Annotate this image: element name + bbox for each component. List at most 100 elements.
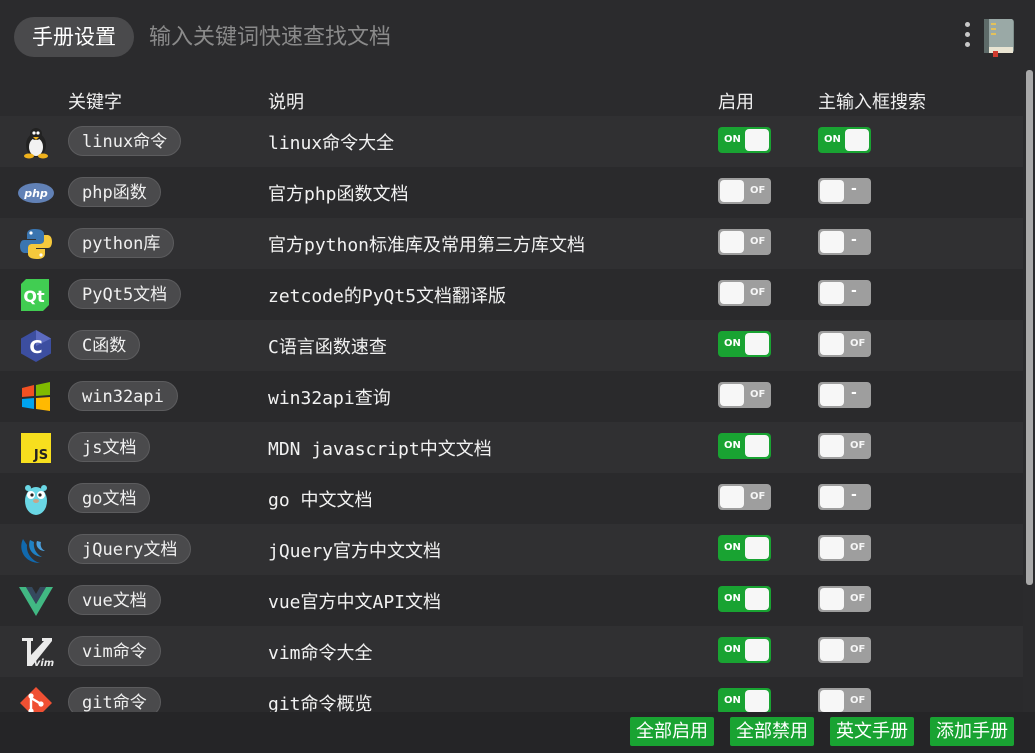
keyword-pill[interactable]: win32api xyxy=(68,381,178,411)
main-search-toggle[interactable]: - xyxy=(818,229,871,255)
manual-settings-button[interactable]: 手册设置 xyxy=(14,17,134,57)
enabled-toggle[interactable]: OF xyxy=(718,280,771,306)
main-search-toggle[interactable]: OF xyxy=(818,586,871,612)
description-text: go 中文文档 xyxy=(268,490,373,511)
english-manual-button[interactable]: 英文手册 xyxy=(830,717,914,746)
main-search-toggle[interactable]: OF xyxy=(818,535,871,561)
enabled-toggle[interactable]: OF xyxy=(718,229,771,255)
keyword-pill[interactable]: python库 xyxy=(68,228,175,258)
list-item: git命令 git命令概览 ON OF xyxy=(0,677,1023,712)
toggle-knob xyxy=(820,588,844,610)
toggle-knob xyxy=(820,231,844,253)
python-icon xyxy=(18,227,54,261)
toggle-label: - xyxy=(851,181,857,197)
toggle-label: OF xyxy=(850,644,866,655)
toggle-knob xyxy=(745,588,769,610)
description-text: vim命令大全 xyxy=(268,643,373,664)
toggle-label: OF xyxy=(850,440,866,451)
toggle-label: ON xyxy=(724,593,741,604)
list-item: vim vim命令 vim命令大全 ON OF xyxy=(0,626,1023,677)
toggle-knob xyxy=(720,231,744,253)
vim-icon: vim xyxy=(18,635,54,669)
enabled-toggle[interactable]: OF xyxy=(718,382,771,408)
toggle-label: OF xyxy=(750,185,766,196)
main-search-toggle[interactable]: - xyxy=(818,382,871,408)
enabled-toggle[interactable]: ON xyxy=(718,637,771,663)
enabled-toggle[interactable]: ON xyxy=(718,331,771,357)
toggle-knob xyxy=(820,690,844,712)
enabled-toggle[interactable]: OF xyxy=(718,484,771,510)
toggle-knob xyxy=(745,333,769,355)
main-search-toggle[interactable]: OF xyxy=(818,331,871,357)
description-text: MDN javascript中文文档 xyxy=(268,439,492,460)
add-manual-button[interactable]: 添加手册 xyxy=(930,717,1014,746)
keyword-pill[interactable]: vim命令 xyxy=(68,636,161,666)
keyword-pill[interactable]: C函数 xyxy=(68,330,141,360)
keyword-pill[interactable]: PyQt5文档 xyxy=(68,279,182,309)
header-main-search: 主输入框搜索 xyxy=(818,92,926,113)
toggle-knob xyxy=(820,180,844,202)
scrollbar[interactable] xyxy=(1026,70,1033,585)
main-search-toggle[interactable]: - xyxy=(818,178,871,204)
go-gopher-icon xyxy=(18,482,54,516)
vue-icon xyxy=(18,584,54,618)
keyword-pill[interactable]: js文档 xyxy=(68,432,151,462)
manual-book-icon[interactable] xyxy=(981,17,1017,57)
description-text: zetcode的PyQt5文档翻译版 xyxy=(268,286,507,307)
list-item: go文档 go 中文文档 OF - xyxy=(0,473,1023,524)
main-search-toggle[interactable]: OF xyxy=(818,433,871,459)
enabled-toggle[interactable]: ON xyxy=(718,433,771,459)
toggle-knob xyxy=(720,384,744,406)
toggle-label: ON xyxy=(724,695,741,706)
more-options-icon[interactable] xyxy=(961,22,973,52)
git-icon xyxy=(18,686,54,712)
svg-text:php: php xyxy=(23,187,48,200)
toggle-label: OF xyxy=(850,593,866,604)
toggle-label: ON xyxy=(724,134,741,145)
toggle-label: OF xyxy=(750,236,766,247)
disable-all-button[interactable]: 全部禁用 xyxy=(730,717,814,746)
javascript-icon: JS xyxy=(18,431,54,465)
keyword-pill[interactable]: vue文档 xyxy=(68,585,161,615)
toggle-knob xyxy=(745,537,769,559)
main-search-toggle[interactable]: OF xyxy=(818,637,871,663)
toggle-label: - xyxy=(851,283,857,299)
list-item: linux命令 linux命令大全 ON ON xyxy=(0,116,1023,167)
list-item: Qt PyQt5文档 zetcode的PyQt5文档翻译版 OF - xyxy=(0,269,1023,320)
enabled-toggle[interactable]: OF xyxy=(718,178,771,204)
toggle-knob xyxy=(845,129,869,151)
keyword-pill[interactable]: linux命令 xyxy=(68,126,182,156)
enabled-toggle[interactable]: ON xyxy=(718,688,771,712)
list-item: win32api win32api查询 OF - xyxy=(0,371,1023,422)
toggle-knob xyxy=(745,129,769,151)
main-search-toggle[interactable]: ON xyxy=(818,127,871,153)
keyword-pill[interactable]: jQuery文档 xyxy=(68,534,192,564)
manual-list: 关键字 说明 启用 主输入框搜索 linux命令 linux命令大全 ON ON php… xyxy=(0,84,1023,712)
main-search-toggle[interactable]: OF xyxy=(818,688,871,712)
description-text: win32api查询 xyxy=(268,388,391,409)
toggle-label: - xyxy=(851,232,857,248)
jquery-icon xyxy=(18,533,54,567)
enabled-toggle[interactable]: ON xyxy=(718,586,771,612)
toggle-label: ON xyxy=(724,644,741,655)
linux-tux-icon xyxy=(18,125,54,159)
toggle-knob xyxy=(820,282,844,304)
search-input[interactable] xyxy=(149,20,929,54)
description-text: jQuery官方中文文档 xyxy=(268,541,442,562)
keyword-pill[interactable]: php函数 xyxy=(68,177,161,207)
toggle-knob xyxy=(720,282,744,304)
toggle-knob xyxy=(720,486,744,508)
toggle-knob xyxy=(820,537,844,559)
toggle-label: OF xyxy=(750,491,766,502)
enabled-toggle[interactable]: ON xyxy=(718,127,771,153)
enable-all-button[interactable]: 全部启用 xyxy=(630,717,714,746)
enabled-toggle[interactable]: ON xyxy=(718,535,771,561)
list-item: vue文档 vue官方中文API文档 ON OF xyxy=(0,575,1023,626)
main-search-toggle[interactable]: - xyxy=(818,484,871,510)
keyword-pill[interactable]: git命令 xyxy=(68,687,161,712)
toggle-label: OF xyxy=(850,542,866,553)
keyword-pill[interactable]: go文档 xyxy=(68,483,151,513)
toggle-label: ON xyxy=(724,440,741,451)
main-search-toggle[interactable]: - xyxy=(818,280,871,306)
toggle-label: OF xyxy=(850,338,866,349)
